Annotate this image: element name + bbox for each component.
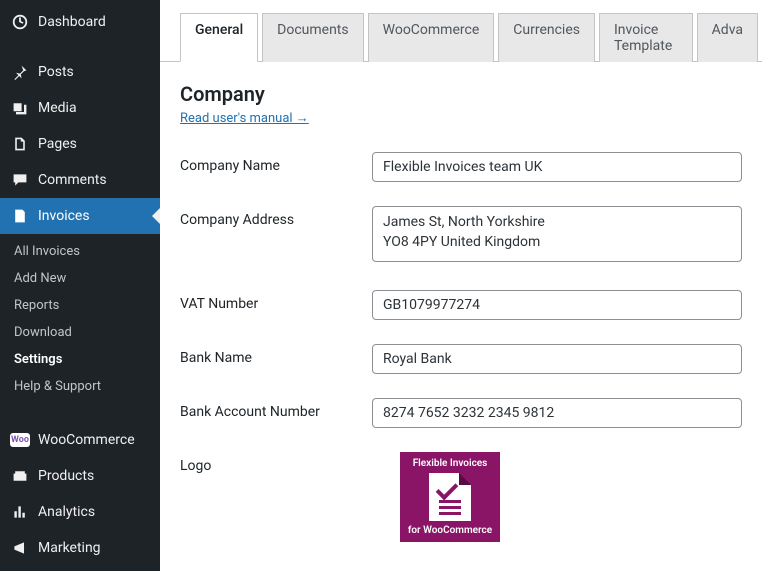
pin-icon bbox=[10, 62, 30, 82]
sidebar-item-media[interactable]: Media bbox=[0, 90, 160, 126]
comments-icon bbox=[10, 170, 30, 190]
sidebar-item-comments[interactable]: Comments bbox=[0, 162, 160, 198]
sidebar-item-label: WooCommerce bbox=[38, 432, 135, 448]
media-icon bbox=[10, 98, 30, 118]
sidebar-item-pages[interactable]: Pages bbox=[0, 126, 160, 162]
bank-account-label: Bank Account Number bbox=[180, 398, 372, 420]
sidebar-item-invoices[interactable]: Invoices bbox=[0, 198, 160, 234]
tab-invoice-template[interactable]: Invoice Template bbox=[599, 13, 693, 62]
products-icon bbox=[10, 466, 30, 486]
submenu-item-settings[interactable]: Settings bbox=[0, 346, 160, 373]
tab-currencies[interactable]: Currencies bbox=[498, 13, 595, 62]
sidebar-item-label: Dashboard bbox=[38, 14, 106, 30]
dashboard-icon bbox=[10, 12, 30, 32]
company-address-label: Company Address bbox=[180, 206, 372, 228]
analytics-icon bbox=[10, 502, 30, 522]
logo-preview[interactable]: Flexible Invoices for WooCommerce bbox=[400, 452, 500, 542]
logo-document-icon bbox=[429, 473, 471, 521]
pages-icon bbox=[10, 134, 30, 154]
sidebar-item-label: Posts bbox=[38, 64, 74, 80]
company-name-input[interactable] bbox=[372, 152, 742, 182]
read-manual-link[interactable]: Read user's manual → bbox=[180, 110, 309, 126]
tab-documents[interactable]: Documents bbox=[262, 13, 363, 62]
company-name-label: Company Name bbox=[180, 152, 372, 174]
sidebar-item-woocommerce[interactable]: Woo WooCommerce bbox=[0, 422, 160, 458]
sidebar-item-dashboard[interactable]: Dashboard bbox=[0, 4, 160, 40]
sidebar-item-label: Invoices bbox=[38, 208, 90, 224]
sidebar-item-label: Analytics bbox=[38, 504, 95, 520]
company-address-input[interactable]: James St, North Yorkshire YO8 4PY United… bbox=[372, 206, 742, 262]
logo-label: Logo bbox=[180, 452, 400, 474]
sidebar-item-label: Marketing bbox=[38, 540, 101, 556]
sidebar-item-label: Comments bbox=[38, 172, 107, 188]
sidebar-item-label: Products bbox=[38, 468, 94, 484]
bank-account-input[interactable] bbox=[372, 398, 742, 428]
sidebar-item-analytics[interactable]: Analytics bbox=[0, 494, 160, 530]
submenu-item-add-new[interactable]: Add New bbox=[0, 265, 160, 292]
marketing-icon bbox=[10, 538, 30, 558]
main-content: General Documents WooCommerce Currencies… bbox=[160, 0, 762, 571]
sidebar-item-marketing[interactable]: Marketing bbox=[0, 530, 160, 566]
settings-content: Company Read user's manual → Company Nam… bbox=[160, 62, 762, 571]
bank-name-label: Bank Name bbox=[180, 344, 372, 366]
sidebar-submenu-invoices: All Invoices Add New Reports Download Se… bbox=[0, 234, 160, 408]
vat-number-label: VAT Number bbox=[180, 290, 372, 312]
page-title: Company bbox=[180, 82, 742, 106]
settings-tabs: General Documents WooCommerce Currencies… bbox=[160, 0, 762, 62]
woocommerce-icon: Woo bbox=[10, 430, 30, 450]
submenu-item-download[interactable]: Download bbox=[0, 319, 160, 346]
bank-name-input[interactable] bbox=[372, 344, 742, 374]
admin-sidebar: Dashboard Posts Media Pages Comments Inv… bbox=[0, 0, 160, 571]
tab-advanced[interactable]: Adva bbox=[697, 13, 758, 62]
sidebar-item-label: Media bbox=[38, 100, 77, 116]
submenu-item-all-invoices[interactable]: All Invoices bbox=[0, 238, 160, 265]
sidebar-item-posts[interactable]: Posts bbox=[0, 54, 160, 90]
tab-woocommerce[interactable]: WooCommerce bbox=[368, 13, 495, 62]
submenu-item-reports[interactable]: Reports bbox=[0, 292, 160, 319]
logo-text-bottom: for WooCommerce bbox=[408, 525, 492, 536]
tab-general[interactable]: General bbox=[180, 13, 258, 62]
logo-text-top: Flexible Invoices bbox=[413, 458, 488, 469]
invoice-icon bbox=[10, 206, 30, 226]
sidebar-item-products[interactable]: Products bbox=[0, 458, 160, 494]
vat-number-input[interactable] bbox=[372, 290, 742, 320]
sidebar-item-label: Pages bbox=[38, 136, 77, 152]
submenu-item-help-support[interactable]: Help & Support bbox=[0, 373, 160, 400]
